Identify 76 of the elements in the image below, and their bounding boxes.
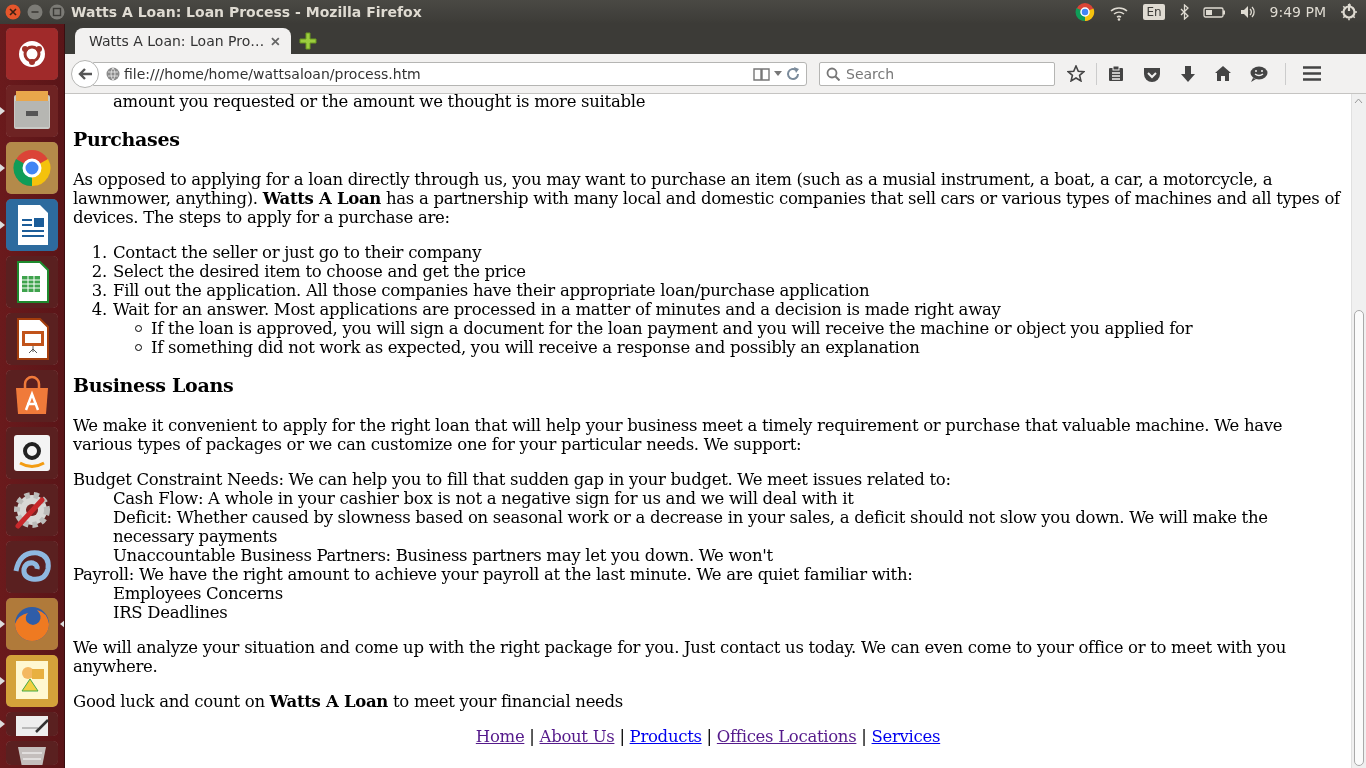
definition-detail: Employees Concerns (113, 584, 284, 603)
definition-term: Budget Constraint Needs: We can help you to fill that sudden gap in your budget. We meet issues related to: (73, 470, 952, 489)
scrollbar-thumb[interactable] (1354, 310, 1364, 766)
list-number: 1. (90, 243, 108, 262)
section-heading: Purchases (73, 128, 181, 151)
close-icon[interactable] (270, 35, 281, 47)
shopping-bag-icon[interactable] (6, 370, 58, 422)
smile-arrow-icon[interactable] (6, 427, 58, 479)
presentation-icon[interactable] (6, 313, 58, 365)
browser-tab[interactable]: Watts A Loan: Loan Pro… (75, 28, 291, 54)
address-bar[interactable]: file:///home/home/wattsaloan/process.htm (93, 61, 807, 86)
window-title: Watts A Loan: Loan Process - Mozilla Firefox (71, 4, 423, 20)
back-button[interactable] (71, 59, 99, 88)
battery-icon[interactable] (1202, 5, 1226, 19)
list-number: 3. (90, 281, 108, 300)
book-icon[interactable] (753, 66, 770, 81)
color-wheel-icon[interactable] (6, 142, 58, 194)
color-wheel-icon[interactable] (1075, 2, 1096, 22)
link-separator: | (706, 727, 712, 746)
link-separator: | (861, 727, 867, 746)
footer-link[interactable]: Services (871, 727, 941, 746)
clock[interactable]: 9:49 PM (1269, 4, 1326, 20)
star-icon[interactable] (1067, 65, 1085, 82)
pencil-icon[interactable] (6, 712, 58, 736)
list-item-text: Wait for an answer. Most applications are processed in a matter of minutes and a decision is made right away (113, 300, 1001, 319)
gear-wrench-icon[interactable] (6, 484, 58, 536)
clipboard-icon[interactable] (1108, 65, 1124, 82)
reload-icon[interactable] (786, 66, 800, 81)
link-separator: | (619, 727, 625, 746)
definition-detail: IRS Deadlines (113, 603, 229, 622)
list-item-text: Fill out the application. All those companies have their appropriate loan/purchase application (113, 281, 870, 300)
list-number: 4. (90, 300, 108, 319)
paragraph: We will analyze your situation and come up with the right package for you. Just contact us today. We can even come to your office or to meet with you anywhere. (73, 638, 1288, 676)
search-icon (826, 66, 840, 81)
document-icon[interactable] (6, 199, 58, 251)
footer-link[interactable]: Offices Locations (716, 727, 857, 746)
list-number: 2. (90, 262, 108, 281)
paragraph: As opposed to applying for a loan directly through us, you may want to purchase an item (such as a musial instrument, a boat, a car, a motorcycle, a lawnmower, anything). Watts A Loan has a partnership with many local and domestic companies that sell cars or various types of machines and all types of devices. The steps to apply for a purchase are: (73, 170, 1342, 227)
download-icon[interactable] (1180, 65, 1196, 82)
search-bar[interactable]: Search (819, 61, 1055, 86)
close-icon[interactable] (5, 4, 21, 20)
footer-link[interactable]: Home (475, 727, 525, 746)
minimize-icon[interactable] (27, 4, 43, 20)
power-gear-icon[interactable] (1340, 3, 1358, 21)
bluetooth-icon[interactable] (1178, 4, 1189, 20)
menu-icon[interactable] (1303, 66, 1321, 81)
plus-icon[interactable] (299, 32, 317, 50)
list-item-text: Contact the seller or just go to their company (113, 243, 482, 262)
list-item-text: amount you requested or the amount we thought is more suitable (113, 94, 647, 111)
caret-icon[interactable] (774, 71, 782, 76)
maximize-icon[interactable] (49, 4, 65, 20)
list-item-text: If something did not work as expected, you will receive a response and possibly an explanation (151, 338, 920, 357)
paragraph: We make it convenient to apply for the right loan that will help your business meet a timely requirement or purchase that valuable machine. We have various types of packages or we can customize one for your particular needs. We support: (73, 416, 1284, 454)
logo-icon[interactable] (6, 28, 58, 80)
home-icon[interactable] (1215, 66, 1231, 81)
definition-detail: Cash Flow: A whole in your cashier box is not a negative sign for us and we will deal with it (113, 489, 855, 508)
spiral-icon[interactable] (6, 541, 58, 593)
list-item-text: Select the desired item to choose and get the price (113, 262, 526, 281)
paragraph: Good luck and count on Watts A Loan to meet your financial needs (73, 692, 624, 711)
keyboard-layout-indicator[interactable]: En (1143, 4, 1165, 20)
footer-link[interactable]: About Us (539, 727, 615, 746)
spreadsheet-icon[interactable] (6, 256, 58, 308)
file-cabinet-icon[interactable] (6, 85, 58, 137)
definition-term: Payroll: We have the right amount to achieve your payroll at the last minute. We are quiet familiar with: (73, 565, 914, 584)
pocket-icon[interactable] (1143, 65, 1161, 82)
footer-link[interactable]: Products (629, 727, 702, 746)
definition-detail: Unaccountable Business Partners: Business partners may let you down. We won't (113, 546, 774, 565)
globe-icon (106, 66, 120, 81)
speech-bubble-icon[interactable] (1250, 65, 1268, 82)
definition-detail: Deficit: Whether caused by slowness based on seasonal work or a decrease in your sales, a deficit should not slow you down. We will make the necessary payments (113, 508, 1269, 546)
trash-icon[interactable] (6, 741, 58, 765)
section-heading: Business Loans (73, 374, 235, 397)
back-arrow-icon[interactable] (77, 66, 93, 81)
link-separator: | (529, 727, 535, 746)
volume-icon[interactable] (1239, 4, 1256, 20)
list-item-text: If the loan is approved, you will sign a document for the loan payment and you will receive the machine or object you applied for (151, 319, 1193, 338)
